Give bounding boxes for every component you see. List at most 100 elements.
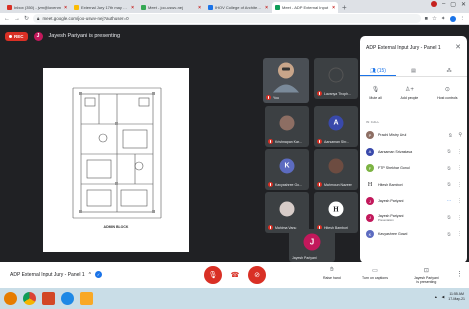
participant-subtitle: Presentation — [378, 217, 394, 222]
participant-list-name: Prachi Mistry Urul — [378, 133, 407, 138]
avatar: P — [366, 131, 374, 140]
mic-off-icon[interactable]: ⍉ — [445, 149, 453, 154]
minimize-icon[interactable]: – — [442, 1, 445, 8]
more-options-icon[interactable]: ⋮ — [457, 215, 462, 221]
participant-avatar: A — [328, 115, 344, 131]
more-options-icon[interactable]: ⋮ — [457, 182, 462, 188]
meeting-details[interactable]: ADP External Input Jury - Panel 1 ^ ✓ — [10, 271, 103, 278]
browser-tab[interactable]: External Jury 17th may 2021 × — [71, 2, 137, 13]
meet-favicon-icon — [275, 5, 280, 10]
mic-off-icon[interactable]: ⍉ — [445, 215, 453, 220]
tab-people[interactable]: 👥︎ (15) — [360, 66, 396, 76]
mic-off-icon[interactable]: ⍉ — [445, 182, 453, 187]
participant-tile[interactable]: Mahima Vanu — [265, 192, 309, 233]
raise-hand-button[interactable]: ✋︎ Raise hand — [323, 267, 341, 280]
presenting-text: Jayesh Pariyani is presenting — [48, 33, 121, 39]
url-text: meet.google.com/joo-uswv-nej?authuser=0 — [42, 16, 129, 21]
list-item[interactable]: F FTP Shekhar Gonul ⍉ ⋮ — [360, 160, 467, 177]
star-icon[interactable]: ☆ — [432, 16, 437, 22]
close-window-icon[interactable]: ✕ — [461, 1, 466, 8]
participant-tile-presenter[interactable]: J Jayesh Pariyani — [289, 229, 335, 262]
browser-tab-active[interactable]: Meet - ADP External Input × — [272, 2, 338, 13]
participant-tile[interactable]: Mahmoun Nazeer — [314, 149, 358, 190]
close-panel-icon[interactable]: ✕ — [455, 43, 461, 51]
mic-off-icon[interactable]: ⍉ — [445, 232, 453, 237]
more-options-icon[interactable]: ⋮ — [457, 149, 462, 155]
participant-tile[interactable]: H Hitesh Bambori — [314, 192, 358, 233]
add-people-button[interactable]: ♙+ Add people — [401, 86, 419, 110]
close-tab-icon[interactable]: × — [332, 5, 335, 11]
participant-list-name: Jayesh Pariyani Presentation — [378, 214, 441, 222]
browser-tab[interactable]: IHOV College of Architecture × — [205, 2, 271, 13]
maximize-icon[interactable]: ▢ — [450, 1, 456, 8]
participant-avatar: H — [328, 201, 344, 217]
new-tab-button[interactable]: + — [342, 2, 347, 13]
list-item[interactable]: K Kavyashree Gowd ⍉ ⋮ — [360, 226, 467, 243]
host-controls-button[interactable]: ⊙ Host controls — [437, 86, 457, 110]
list-item[interactable]: J Jayesh Pariyani Presentation ⍉ ⋮ — [360, 210, 467, 227]
mic-toggle-button[interactable]: 🎙︎ — [204, 266, 222, 284]
participant-tile[interactable]: A Aarsaman Shr... — [314, 106, 358, 147]
close-tab-icon[interactable]: × — [64, 5, 67, 11]
browser-tab[interactable]: Meet - joo-uswv-nej × — [138, 2, 204, 13]
edge-icon[interactable] — [61, 292, 74, 305]
address-bar-row: ← → ↻ 🔒︎ meet.google.com/joo-uswv-nej?au… — [0, 13, 469, 25]
avatar-photo — [279, 201, 295, 217]
forward-icon[interactable]: → — [14, 16, 20, 22]
more-options-icon[interactable]: ⋮ — [457, 165, 462, 171]
list-item[interactable]: H Hitesh Bambori ⍉ ⋮ — [360, 177, 467, 194]
powerpoint-icon[interactable] — [42, 292, 55, 305]
list-item[interactable]: P Prachi Mistry Urul ⍉ ⚲ — [360, 127, 467, 144]
pin-icon[interactable]: ⚲ — [458, 132, 462, 138]
add-person-icon: ♙+ — [404, 87, 414, 93]
participant-list-name: FTP Shekhar Gonul — [378, 166, 410, 171]
meet-top-bar: REC J Jayesh Pariyani is presenting — [0, 25, 360, 47]
more-options-icon[interactable]: ⋮ — [457, 198, 462, 204]
shared-presentation[interactable]: ADMIN BLOCK — [43, 68, 189, 252]
panel-title: ADP External Input Jury - Panel 1 — [366, 45, 441, 51]
clock[interactable]: 11:55 AM 17-May-21 — [448, 292, 465, 302]
camera-toggle-button[interactable]: ⊘ — [248, 266, 266, 284]
menu-icon[interactable]: ⋮ — [460, 16, 466, 22]
chrome-icon[interactable] — [23, 292, 36, 305]
back-icon[interactable]: ← — [4, 16, 10, 22]
mic-off-icon[interactable]: ⍉ — [446, 133, 454, 138]
participant-tile[interactable]: K Kavyashree Go... — [265, 149, 309, 190]
chat-icon: ▤ — [411, 68, 416, 74]
network-icon[interactable]: ▲ — [434, 295, 437, 299]
mic-off-icon — [317, 91, 322, 96]
close-tab-icon[interactable]: × — [131, 5, 134, 11]
tab-activities[interactable]: ⁂ — [431, 66, 467, 76]
folder-icon[interactable] — [80, 292, 93, 305]
browser-tab[interactable]: Inbox (350) - jvm@lovenm × — [4, 2, 70, 13]
list-item[interactable]: A Aarsaman Srivastava ⍉ ⋮ — [360, 144, 467, 161]
start-icon[interactable] — [4, 292, 17, 305]
profile-avatar[interactable] — [449, 15, 456, 22]
close-tab-icon[interactable]: × — [265, 5, 268, 11]
reload-icon[interactable]: ↻ — [24, 15, 29, 22]
in-call-section-label: IN CALL — [366, 120, 380, 124]
tab-chat[interactable]: ▤ — [396, 66, 432, 76]
more-options-icon[interactable]: ⋮ — [456, 270, 463, 278]
presenting-button[interactable]: ⊡ Jayesh Pariyani is presenting — [414, 267, 439, 284]
participant-name: Mahmoun Nazeer — [317, 182, 356, 187]
mute-all-button[interactable]: 🎙︎ Mute all — [369, 86, 381, 110]
more-options-icon[interactable]: ⋮ — [457, 231, 462, 237]
leave-call-button[interactable]: ☎︎ — [226, 266, 244, 284]
captions-button[interactable]: ▭ Turn on captions — [362, 267, 388, 280]
panel-actions: 🎙︎ Mute all ♙+ Add people ⊙ Host control… — [360, 86, 467, 110]
volume-icon[interactable]: ◀︎ — [442, 295, 445, 299]
close-tab-icon[interactable]: × — [198, 5, 201, 11]
participant-tile[interactable]: Lavanya Thoph... — [314, 58, 358, 99]
url-field[interactable]: 🔒︎ meet.google.com/joo-uswv-nej?authuser… — [33, 14, 421, 23]
screen: Inbox (350) - jvm@lovenm × External Jury… — [0, 0, 469, 309]
list-item[interactable]: J Jayesh Pariyani ⋯ ⋮ — [360, 193, 467, 210]
participant-tile[interactable]: Krishnapan Kar... — [265, 106, 309, 147]
rec-label: REC — [14, 33, 24, 39]
participant-tile-self[interactable]: You — [263, 58, 309, 103]
mic-off-icon[interactable]: ⍉ — [445, 166, 453, 171]
browser-tab-label: Meet - joo-uswv-nej — [148, 5, 183, 10]
mic-off-icon: 🎙︎ — [208, 272, 218, 279]
camera-icon[interactable]: ■ — [425, 16, 428, 22]
extensions-icon[interactable]: ✦ — [441, 16, 446, 22]
